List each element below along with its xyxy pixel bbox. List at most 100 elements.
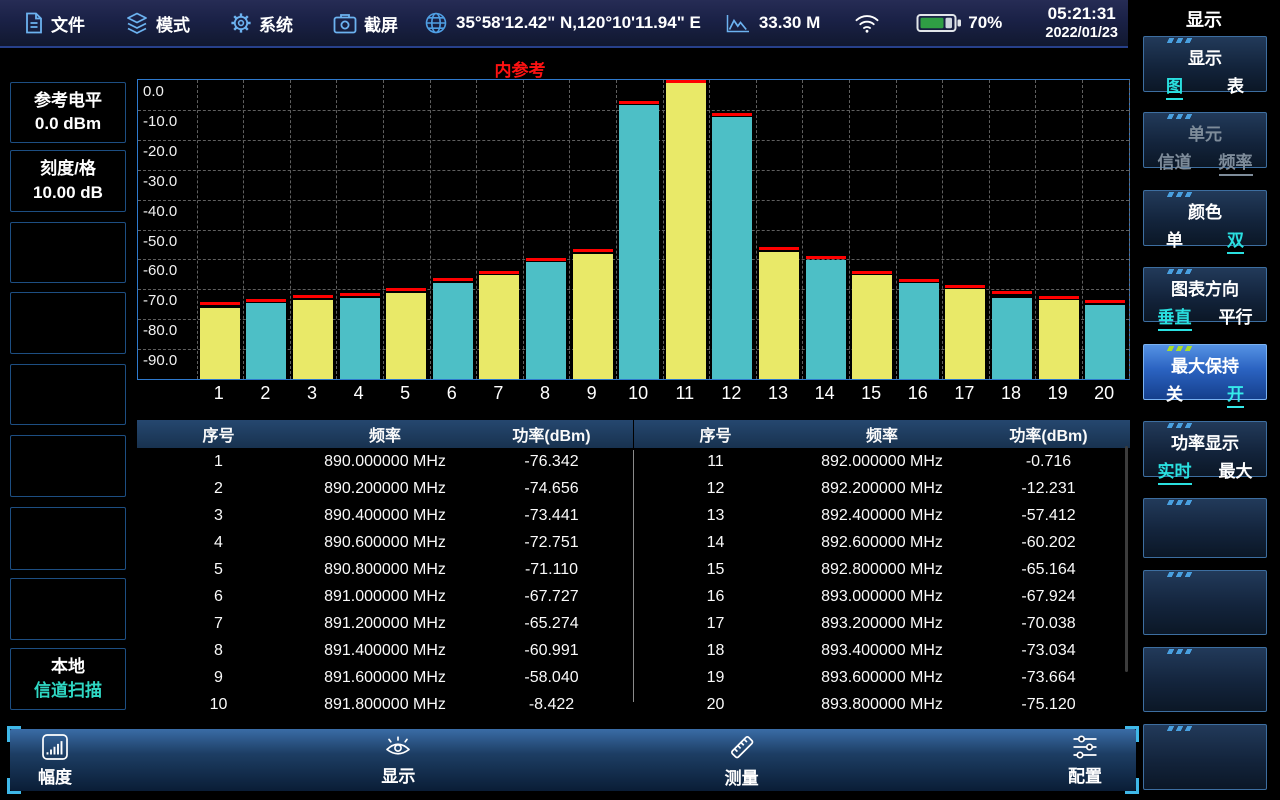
color-button[interactable]: 颜色单双 [1143,190,1267,246]
softkey-option[interactable]: 表 [1227,72,1244,100]
gridline-v [802,80,803,379]
cell-power: -73.034 [967,642,1130,660]
softkey-option[interactable]: 信道 [1158,148,1192,176]
gridline-v [709,80,710,379]
cell-frequency: 892.200000 MHz [797,480,967,498]
table-row: 11892.000000 MHz-0.716 [634,448,1130,475]
left-softkey-empty-3 [10,222,126,283]
cell-index: 14 [634,534,797,552]
x-tick-label: 17 [944,383,984,404]
battery-percent: 70% [968,13,1002,33]
softkey-stripe-decoration [1167,423,1195,428]
softkey-option-selected[interactable]: 频率 [1219,148,1253,176]
bottom-menu-measure[interactable]: 测量 [725,732,759,789]
cell-power: -65.164 [967,561,1130,579]
cell-index: 12 [634,480,797,498]
bottom-menu-amplitude[interactable]: 幅度 [38,733,72,788]
chart-orientation-button[interactable]: 图表方向垂直平行 [1143,267,1267,322]
cell-frequency: 892.400000 MHz [797,507,967,525]
x-tick-label: 1 [199,383,239,404]
x-tick-label: 15 [851,383,891,404]
cell-power: -67.727 [470,588,633,606]
softkey-option-selected[interactable]: 双 [1227,226,1244,254]
y-tick-label: -40.0 [143,203,177,220]
power-display-button[interactable]: 功率显示实时最大 [1143,421,1267,477]
table-divider [633,450,634,702]
corner-bracket-top-left [7,726,21,742]
ruler-icon [727,732,757,762]
cell-index: 18 [634,642,797,660]
softkey-option-selected[interactable]: 开 [1227,380,1244,408]
softkey-option-selected[interactable]: 图 [1166,72,1183,100]
gridline-v [942,80,943,379]
bottom-menu-label: 幅度 [38,763,72,788]
cell-index: 9 [137,669,300,687]
x-axis-labels: 1234567891011121314151617181920 [137,383,1130,409]
table-header-cell: 频率 [300,422,470,446]
cell-frequency: 891.400000 MHz [300,642,470,660]
spectrum-bar [200,308,240,379]
x-tick-label: 16 [898,383,938,404]
display-mode-button[interactable]: 显示图表 [1143,36,1267,92]
table-row: 18893.400000 MHz-73.034 [634,637,1130,664]
y-tick-label: -30.0 [143,173,177,190]
max-hold-line [619,101,659,104]
y-tick-label: -80.0 [143,322,177,339]
cell-frequency: 893.800000 MHz [797,696,967,714]
softkey-option-selected[interactable]: 实时 [1158,457,1192,485]
menu-file[interactable]: 文件 [24,11,85,36]
softkey-option-selected[interactable]: 垂直 [1158,303,1192,331]
softkey-option[interactable]: 关 [1166,380,1183,408]
wifi-status [854,13,880,34]
softkey-option[interactable]: 最大 [1219,457,1253,485]
table-row: 16893.000000 MHz-67.924 [634,583,1130,610]
x-tick-label: 8 [525,383,565,404]
table-row: 6891.000000 MHz-67.727 [137,583,633,610]
max-hold-line [340,293,380,296]
spectrum-bar [1085,305,1125,379]
cell-power: -65.274 [470,615,633,633]
left-softkey-empty-4 [10,292,126,354]
gridline-v [756,80,757,379]
spectrum-bar [340,298,380,379]
mountain-icon [725,13,751,34]
right-softkey-empty-8 [1143,570,1267,635]
corner-bracket-bottom-left [7,778,21,794]
menu-system[interactable]: 系统 [230,11,293,36]
max-hold-line [712,113,752,116]
table-row: 15892.800000 MHz-65.164 [634,556,1130,583]
bottom-menu-display[interactable]: 显示 [381,733,415,787]
gridline-v [523,80,524,379]
table-scrollbar[interactable] [1125,446,1128,672]
table-row: 8891.400000 MHz-60.991 [137,637,633,664]
gridline-v [896,80,897,379]
x-tick-label: 20 [1084,383,1124,404]
unit-button[interactable]: 单元信道频率 [1143,112,1267,168]
scale-per-div-button[interactable]: 刻度/格10.00 dB [10,150,126,212]
bottom-menu-label: 测量 [725,764,759,789]
cell-index: 8 [137,642,300,660]
softkey-option[interactable]: 平行 [1219,303,1253,331]
menu-mode[interactable]: 模式 [125,11,190,36]
cell-frequency: 890.200000 MHz [300,480,470,498]
cell-power: -58.040 [470,669,633,687]
cell-frequency: 890.000000 MHz [300,453,470,471]
softkey-stripe-decoration [1167,500,1195,505]
ref-level-button[interactable]: 参考电平0.0 dBm [10,82,126,143]
eye-icon [383,733,413,760]
cell-index: 15 [634,561,797,579]
softkey-option[interactable]: 单 [1166,226,1183,254]
menu-screenshot[interactable]: 截屏 [333,11,398,36]
left-softkey-empty-6 [10,435,126,497]
cell-power: -75.120 [967,696,1130,714]
max-hold-button[interactable]: 最大保持关开 [1143,344,1267,400]
table-row: 4890.600000 MHz-72.751 [137,529,633,556]
cell-frequency: 890.400000 MHz [300,507,470,525]
globe-icon [424,11,448,35]
corner-bracket-bottom-right [1125,778,1139,794]
table-rows-right: 11892.000000 MHz-0.71612892.200000 MHz-1… [634,448,1130,718]
bottom-menu-config[interactable]: 配置 [1068,734,1102,787]
softkey-title: 单元 [1144,120,1266,145]
spectrum-bar [992,298,1032,379]
local-mode-button[interactable]: 本地信道扫描 [10,648,126,710]
